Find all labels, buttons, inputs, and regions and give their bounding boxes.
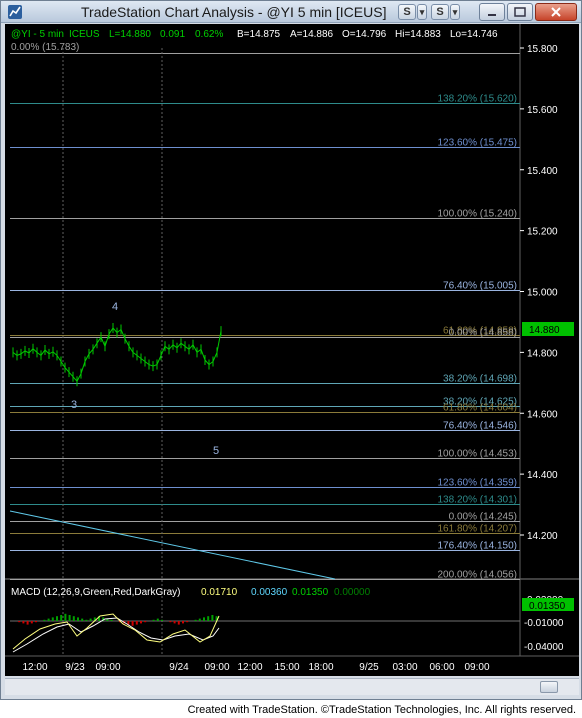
header-change: 0.091 (160, 29, 185, 40)
fib-level-label: 100.00% (14.453) (437, 449, 517, 460)
price-tick-label: 14.800 (527, 348, 558, 359)
time-tick-label: 12:00 (237, 662, 262, 673)
price-tick-label: 14.400 (527, 470, 558, 481)
price-tick-label: 15.400 (527, 166, 558, 177)
fib-level-label: 38.20% (14.698) (443, 374, 517, 385)
maximize-button[interactable] (507, 3, 533, 21)
macd-zero-value: 0.00000 (334, 587, 371, 598)
fib-level-label: 161.80% (14.207) (437, 524, 517, 535)
close-button[interactable] (535, 3, 577, 21)
time-tick-label: 18:00 (308, 662, 333, 673)
fib-level-label: 176.40% (14.150) (437, 541, 517, 552)
macd-axis-tick-2: -0.01000 (524, 618, 564, 629)
time-tick-label: 09:00 (95, 662, 120, 673)
scrollbar-thumb[interactable] (540, 681, 558, 693)
fib-level-label: 123.60% (15.475) (437, 138, 517, 149)
price-tick-label: 15.600 (527, 105, 558, 116)
window-title: TradeStation Chart Analysis - @YI 5 min … (81, 4, 387, 20)
tradestation-app-icon (8, 5, 22, 19)
fib-level-label: 138.20% (14.301) (437, 495, 517, 506)
header-exchange: ICEUS (69, 29, 100, 40)
maximize-icon (514, 7, 526, 17)
header-ask: A=14.886 (290, 29, 334, 40)
symbol-link-dropdown-2[interactable]: ▾ (450, 4, 460, 20)
header-change-pct: 0.62% (195, 29, 223, 40)
minimize-button[interactable] (479, 3, 505, 21)
fib-level-label: 0.00% (14.858) (449, 328, 517, 339)
header-symbol: @YI - 5 min (11, 29, 64, 40)
macd-axis-tick-3: -0.04000 (524, 642, 564, 653)
horizontal-scrollbar[interactable] (5, 678, 579, 695)
title-bar[interactable]: TradeStation Chart Analysis - @YI 5 min … (1, 1, 581, 23)
macd-title: MACD (12,26,9,Green,Red,DarkGray) (11, 587, 181, 598)
fib-level-label: 123.60% (14.359) (437, 478, 517, 489)
footer: Created with TradeStation. ©TradeStation… (0, 700, 582, 718)
wave-label-4: 4 (112, 301, 118, 313)
time-tick-label: 09:00 (464, 662, 489, 673)
header-high: Hi=14.883 (395, 29, 441, 40)
time-tick-label: 06:00 (429, 662, 454, 673)
price-tick-label: 15.800 (527, 44, 558, 55)
chart-window: TradeStation Chart Analysis - @YI 5 min … (0, 0, 582, 700)
symbol-link-button[interactable]: S (398, 4, 416, 20)
time-tick-label: 9/24 (169, 662, 189, 673)
current-price-tag-text: 14.880 (529, 325, 560, 336)
wave-label-3: 3 (71, 399, 77, 411)
time-tick-label: 9/25 (359, 662, 379, 673)
time-tick-label: 09:00 (204, 662, 229, 673)
fib-level-label: 200.00% (14.056) (437, 570, 517, 581)
price-tick-label: 15.000 (527, 288, 558, 299)
close-icon (551, 7, 561, 17)
price-chart[interactable]: 138.20% (15.620) 123.60% (15.475) 100.00% … (5, 24, 579, 676)
macd-diff-value: 0.01350 (292, 587, 329, 598)
macd-current-tag-text: 0.01350 (529, 601, 566, 612)
chart-area[interactable]: 138.20% (15.620) 123.60% (15.475) 100.00% … (5, 24, 579, 676)
fib-level-label: 100.00% (15.240) (437, 209, 517, 220)
macd-value: 0.01710 (201, 587, 238, 598)
wave-label-5: 5 (213, 445, 219, 457)
header-bid: B=14.875 (237, 29, 281, 40)
symbol-link-button-2[interactable]: S (431, 4, 449, 20)
macd-signal-line (12, 617, 220, 653)
header-open: O=14.796 (342, 29, 387, 40)
footer-credit: Created with TradeStation. ©TradeStation… (187, 704, 576, 716)
fib-level-label: 138.20% (15.620) (437, 94, 517, 105)
macd-line (12, 613, 220, 650)
time-tick-label: 03:00 (392, 662, 417, 673)
price-tick-label: 15.200 (527, 227, 558, 238)
price-tick-label: 14.200 (527, 531, 558, 542)
fib-level-label: 76.40% (15.005) (443, 281, 517, 292)
header-top-fib: 0.00% (15.783) (11, 42, 79, 53)
price-tick-label: 14.600 (527, 409, 558, 420)
header-low: Lo=14.746 (450, 29, 498, 40)
fib-level-label: 61.80% (14.604) (443, 403, 517, 414)
symbol-link-dropdown[interactable]: ▾ (417, 4, 427, 20)
time-tick-label: 15:00 (274, 662, 299, 673)
header-last: L=14.880 (109, 29, 151, 40)
time-tick-label: 9/23 (65, 662, 85, 673)
time-tick-label: 12:00 (22, 662, 47, 673)
macd-signal-value: 0.00360 (251, 587, 288, 598)
minimize-icon (488, 14, 496, 16)
fib-level-label: 0.00% (14.245) (449, 512, 517, 523)
fib-level-label: 76.40% (14.546) (443, 421, 517, 432)
